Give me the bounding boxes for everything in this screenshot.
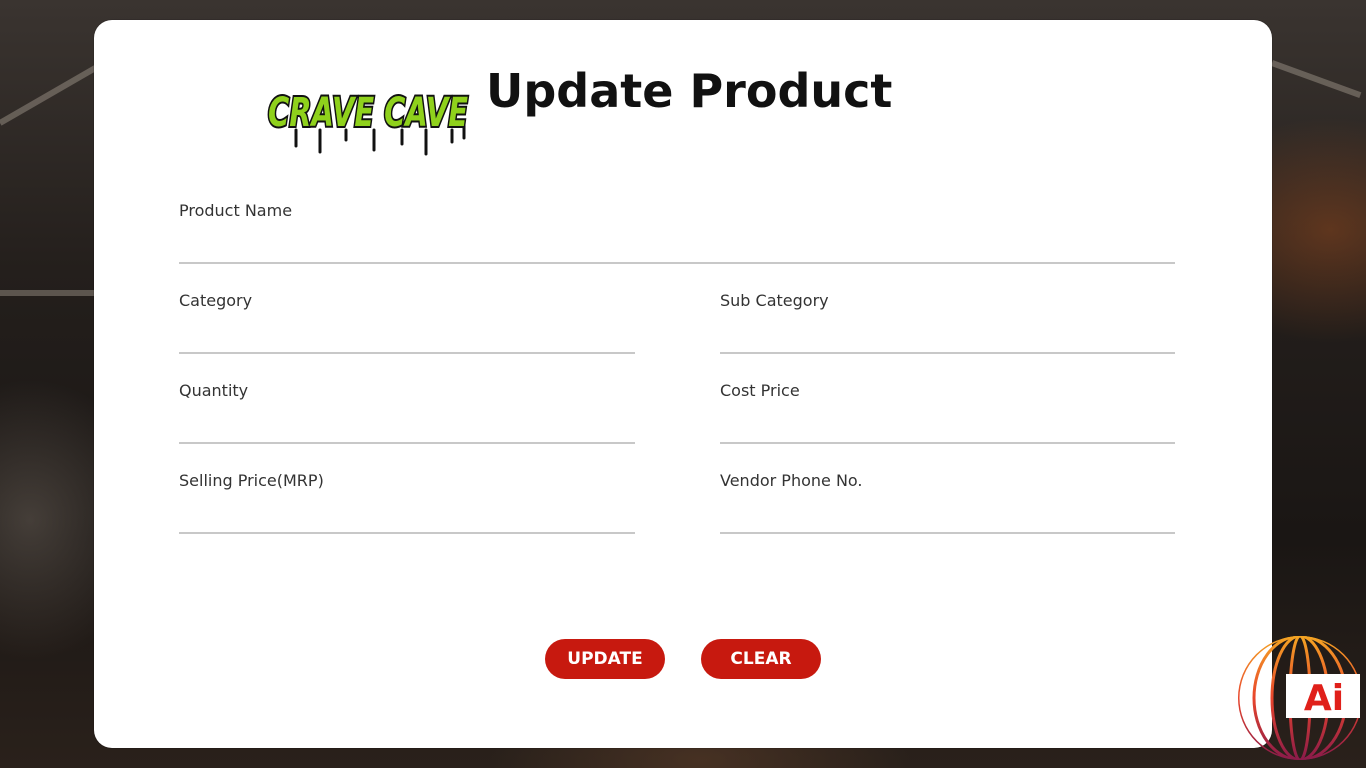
vendor-phone-input[interactable] <box>720 504 1175 534</box>
selling-price-input[interactable] <box>179 504 635 534</box>
cost-price-field: Cost Price <box>720 380 1175 444</box>
sub-category-input[interactable] <box>720 324 1175 354</box>
page-title: Update Product <box>486 64 893 118</box>
category-label: Category <box>179 291 253 310</box>
category-field: Category <box>179 290 635 354</box>
category-input[interactable] <box>179 324 635 354</box>
update-product-card: CRAVE CAVE Update Product Product Name C… <box>94 20 1360 760</box>
background-beam <box>0 290 95 296</box>
cost-price-input[interactable] <box>720 414 1175 444</box>
vendor-phone-field: Vendor Phone No. <box>720 470 1175 534</box>
quantity-field: Quantity <box>179 380 635 444</box>
update-button[interactable]: UPDATE <box>545 639 665 679</box>
background-beam <box>1270 60 1362 98</box>
logo-text: CRAVE CAVE <box>268 90 468 136</box>
ai-badge-text: Ai <box>1304 678 1344 719</box>
quantity-label: Quantity <box>179 381 249 400</box>
product-name-field: Product Name <box>179 200 1175 264</box>
product-name-input[interactable] <box>179 234 1175 264</box>
product-name-label: Product Name <box>179 201 293 220</box>
cost-price-label: Cost Price <box>720 381 800 400</box>
sub-category-field: Sub Category <box>720 290 1175 354</box>
selling-price-label: Selling Price(MRP) <box>179 471 324 490</box>
vendor-phone-label: Vendor Phone No. <box>720 471 863 490</box>
quantity-input[interactable] <box>179 414 635 444</box>
crave-cave-logo: CRAVE CAVE <box>266 88 470 156</box>
selling-price-field: Selling Price(MRP) <box>179 470 635 534</box>
ai-globe-logo: Ai <box>1238 636 1360 760</box>
clear-button[interactable]: CLEAR <box>701 639 821 679</box>
sub-category-label: Sub Category <box>720 291 829 310</box>
